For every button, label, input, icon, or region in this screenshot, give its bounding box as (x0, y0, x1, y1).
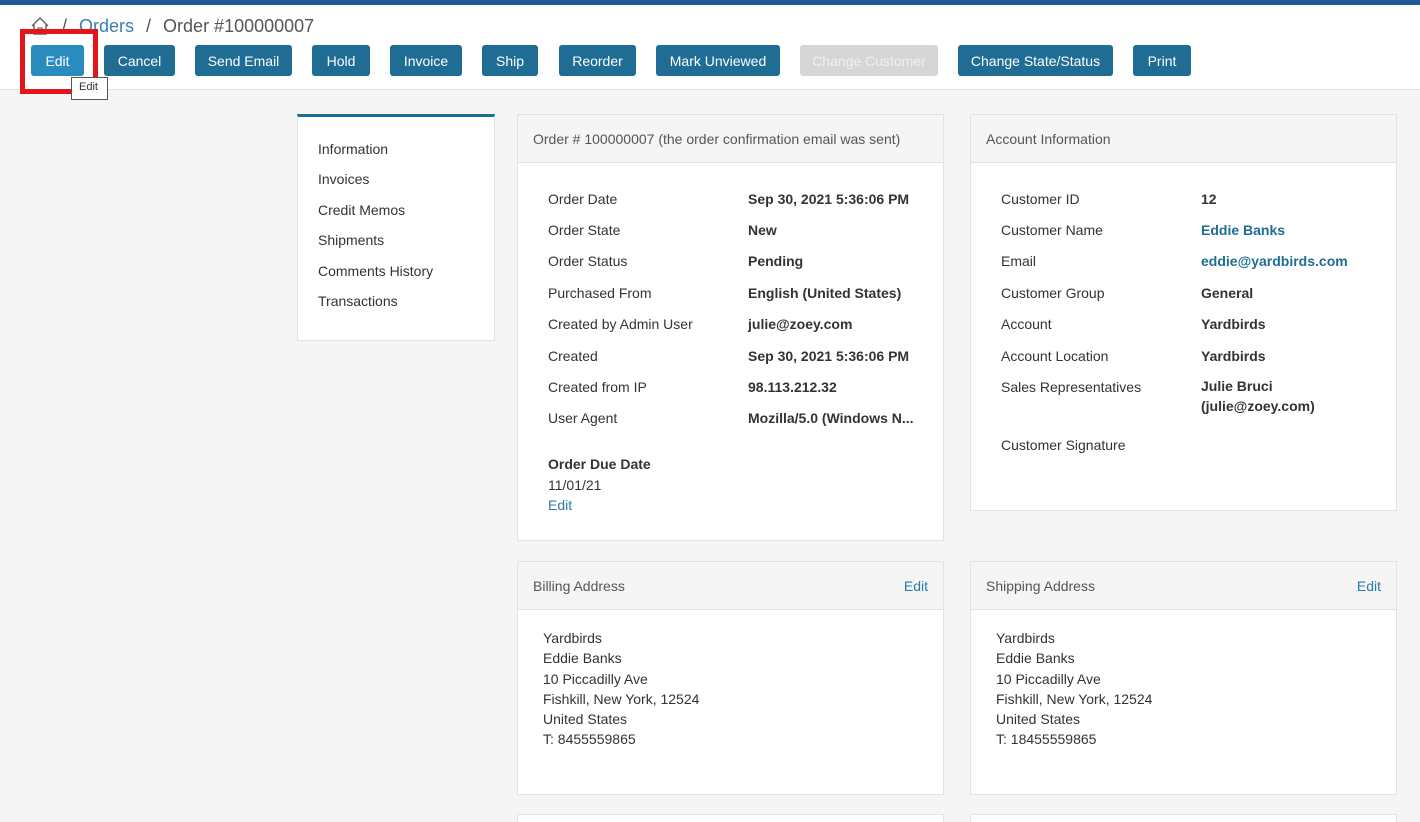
billing-line: T: 8455559865 (543, 731, 636, 748)
print-button[interactable]: Print (1133, 45, 1191, 76)
order-due-date-edit-link[interactable]: Edit (548, 497, 572, 513)
sales-rep-name: Julie Bruci (1201, 378, 1273, 394)
change-state-status-button[interactable]: Change State/Status (958, 45, 1113, 76)
customer-id-label: Customer ID (1001, 191, 1080, 207)
sidebar-item-credit-memos[interactable]: Credit Memos (298, 200, 494, 230)
sidebar-item-invoices[interactable]: Invoices (298, 169, 494, 199)
user-agent-value: Mozilla/5.0 (Windows N... (748, 410, 914, 426)
page-header: / Orders / Order #100000007 Edit Cancel … (0, 5, 1420, 90)
breadcrumb-current: Order #100000007 (163, 15, 315, 36)
customer-name-label: Customer Name (1001, 222, 1103, 238)
order-sidebar: Information Invoices Credit Memos Shipme… (297, 114, 495, 341)
billing-line: United States (543, 711, 628, 728)
sidebar-item-shipments[interactable]: Shipments (298, 230, 494, 260)
cancel-button[interactable]: Cancel (104, 45, 175, 76)
order-due-date-label: Order Due Date (548, 456, 651, 472)
order-info-card: Order # 100000007 (the order confirmatio… (517, 114, 944, 541)
billing-address-title: Billing Address (533, 577, 625, 594)
order-info-title-text: Order # 100000007 (the order confirmatio… (533, 130, 901, 147)
ship-button[interactable]: Ship (482, 45, 538, 76)
order-info-title: Order # 100000007 (the order confirmatio… (518, 115, 943, 163)
billing-line: Fishkill, New York, 12524 (543, 690, 700, 707)
invoice-button[interactable]: Invoice (390, 45, 462, 76)
next-card-left (517, 814, 944, 822)
created-by-label: Created by Admin User (548, 316, 693, 332)
breadcrumb-orders-link[interactable]: Orders (79, 16, 134, 37)
shipping-address-card: Shipping Address Edit Yardbirds Eddie Ba… (970, 561, 1397, 795)
sidebar-item-transactions[interactable]: Transactions (298, 291, 494, 321)
order-state-value: New (748, 222, 777, 238)
account-info-title: Account Information (971, 115, 1396, 163)
created-from-ip-value: 98.113.212.32 (748, 379, 837, 395)
breadcrumb: / Orders / Order #100000007 (30, 15, 314, 37)
created-value: Sep 30, 2021 5:36:06 PM (748, 348, 910, 364)
account-label: Account (1001, 316, 1052, 332)
billing-line: Yardbirds (543, 630, 602, 646)
shipping-line: Eddie Banks (996, 650, 1075, 667)
customer-name-link[interactable]: Eddie Banks (1201, 222, 1285, 238)
customer-group-label: Customer Group (1001, 285, 1105, 301)
account-value: Yardbirds (1201, 316, 1266, 332)
sidebar-item-comments-history[interactable]: Comments History (298, 261, 494, 291)
order-status-label: Order Status (548, 253, 628, 269)
shipping-address-header: Shipping Address Edit (971, 562, 1396, 610)
shipping-line: T: 18455559865 (996, 731, 1097, 748)
billing-address-header: Billing Address Edit (518, 562, 943, 610)
sales-reps-label: Sales Representatives (1001, 379, 1142, 395)
created-by-value: julie@zoey.com (748, 316, 853, 332)
billing-line: 10 Piccadilly Ave (543, 670, 648, 687)
user-agent-label: User Agent (548, 410, 618, 426)
billing-address-body: Yardbirds Eddie Banks 10 Piccadilly Ave … (543, 628, 699, 750)
edit-button[interactable]: Edit (31, 45, 84, 76)
order-date-label: Order Date (548, 191, 618, 207)
shipping-line: 10 Piccadilly Ave (996, 670, 1101, 687)
account-location-value: Yardbirds (1201, 348, 1266, 364)
account-info-title-text: Account Information (986, 130, 1111, 147)
customer-signature-label: Customer Signature (1001, 437, 1126, 453)
account-location-label: Account Location (1001, 348, 1109, 364)
sidebar-item-information[interactable]: Information (298, 139, 494, 169)
change-customer-button: Change Customer (800, 45, 938, 76)
order-date-value: Sep 30, 2021 5:36:06 PM (748, 191, 910, 207)
shipping-line: Yardbirds (996, 630, 1055, 646)
breadcrumb-separator: / (146, 15, 152, 36)
created-from-ip-label: Created from IP (548, 379, 647, 395)
send-email-button[interactable]: Send Email (195, 45, 292, 76)
purchased-from-label: Purchased From (548, 285, 652, 301)
billing-line: Eddie Banks (543, 650, 622, 667)
sales-rep-email: (julie@zoey.com) (1201, 398, 1315, 414)
next-card-right (970, 814, 1397, 822)
email-link[interactable]: eddie@yardbirds.com (1201, 253, 1348, 269)
billing-address-edit-link[interactable]: Edit (904, 578, 928, 594)
shipping-address-body: Yardbirds Eddie Banks 10 Piccadilly Ave … (996, 628, 1152, 750)
created-label: Created (548, 348, 598, 364)
home-icon[interactable] (30, 16, 50, 36)
mark-unviewed-button[interactable]: Mark Unviewed (656, 45, 780, 76)
billing-address-card: Billing Address Edit Yardbirds Eddie Ban… (517, 561, 944, 795)
hold-button[interactable]: Hold (312, 45, 370, 76)
shipping-line: United States (996, 711, 1081, 728)
shipping-address-title: Shipping Address (986, 577, 1095, 594)
reorder-button[interactable]: Reorder (559, 45, 636, 76)
customer-group-value: General (1201, 285, 1254, 301)
email-label: Email (1001, 253, 1037, 269)
shipping-line: Fishkill, New York, 12524 (996, 690, 1153, 707)
edit-tooltip: Edit (71, 77, 108, 100)
order-state-label: Order State (548, 222, 621, 238)
breadcrumb-separator: / (62, 15, 68, 36)
order-status-value: Pending (748, 253, 804, 269)
order-due-date-value: 11/01/21 (548, 477, 602, 493)
customer-id-value: 12 (1201, 191, 1217, 207)
shipping-address-edit-link[interactable]: Edit (1357, 578, 1381, 594)
account-info-card: Account Information Customer ID 12 Custo… (970, 114, 1397, 511)
purchased-from-value: English (United States) (748, 285, 902, 301)
